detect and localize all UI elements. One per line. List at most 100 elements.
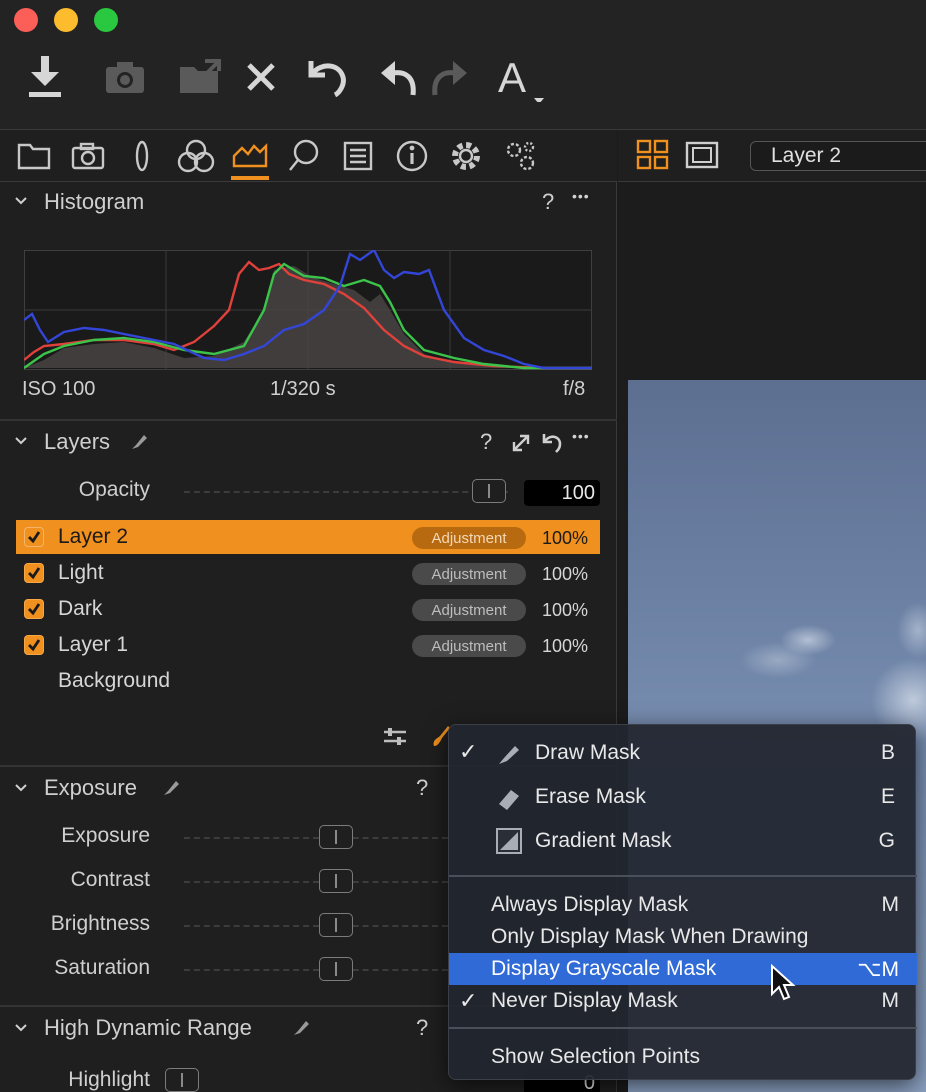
menu-item-shortcut: E <box>880 785 895 808</box>
checkmark-icon: ✓ <box>459 988 478 1013</box>
undo-icon[interactable] <box>302 52 352 102</box>
layer-type-badge: Adjustment <box>412 599 526 621</box>
hdr-help-button[interactable]: ? <box>416 1015 428 1041</box>
color-icon[interactable] <box>174 134 218 178</box>
metadata-icon[interactable] <box>336 134 380 178</box>
layers-collapse-chevron[interactable] <box>14 434 28 453</box>
svg-text:A: A <box>498 54 526 101</box>
exposure-slider-track[interactable] <box>184 837 448 839</box>
menu-item-shortcut: M <box>881 893 900 916</box>
exposure-slider-label: Exposure <box>61 824 150 847</box>
advanced-settings-icon[interactable] <box>498 134 542 178</box>
histogram-title: Histogram <box>44 189 145 214</box>
exposure-slider-knob[interactable] <box>319 825 353 849</box>
layer-name: Layer 2 <box>58 525 129 548</box>
layer-row-light[interactable]: Light Adjustment 100% <box>16 556 600 590</box>
saturation-slider-knob[interactable] <box>319 957 353 981</box>
menu-item-only-display-mask-when-drawing[interactable]: Only Display Mask When Drawing <box>449 921 917 953</box>
layer-checkbox[interactable] <box>24 599 44 619</box>
camera-icon[interactable] <box>66 134 110 178</box>
menu-item-always-display-mask[interactable]: Always Display Mask M <box>449 889 917 921</box>
expand-icon[interactable] <box>510 432 532 459</box>
layer-select[interactable]: Layer 2 <box>750 141 926 171</box>
menu-item-label: Erase Mask <box>535 785 646 808</box>
brush-icon <box>160 777 182 804</box>
exposure-collapse-chevron[interactable] <box>14 781 28 800</box>
menu-item-label: Show Selection Points <box>491 1045 700 1068</box>
contrast-slider-track[interactable] <box>184 881 448 883</box>
histogram-shutter: 1/320 s <box>270 378 336 400</box>
layer-adjust-icon[interactable] <box>382 726 408 753</box>
brightness-slider-knob[interactable] <box>319 913 353 937</box>
histogram-aperture: f/8 <box>563 378 586 400</box>
info-icon[interactable] <box>390 134 434 178</box>
brightness-slider-track[interactable] <box>184 925 448 927</box>
opacity-value[interactable]: 100 <box>524 480 600 506</box>
saturation-slider-track[interactable] <box>184 969 448 971</box>
histogram-help-button[interactable]: ? <box>542 189 554 215</box>
menu-item-label: Never Display Mask <box>491 989 678 1012</box>
single-view-icon[interactable] <box>685 141 719 174</box>
layer-row-background[interactable]: Background <box>16 664 600 698</box>
import-icon[interactable] <box>20 52 70 102</box>
layer-checkbox[interactable] <box>24 635 44 655</box>
hdr-collapse-chevron[interactable] <box>14 1021 28 1040</box>
close-window-button[interactable] <box>14 8 38 32</box>
grid-view-icon[interactable] <box>636 139 670 176</box>
exposure-icon[interactable] <box>228 134 272 178</box>
layer-checkbox[interactable] <box>24 563 44 583</box>
menu-item-display-grayscale-mask[interactable]: Display Grayscale Mask ⌥M <box>449 953 917 985</box>
undo-alt-icon[interactable] <box>374 52 424 102</box>
exposure-help-button[interactable]: ? <box>416 775 428 801</box>
camera-icon[interactable] <box>100 52 150 102</box>
text-style-icon[interactable]: A <box>494 52 544 102</box>
layer-row-layer-1[interactable]: Layer 1 Adjustment 100% <box>16 628 600 662</box>
menu-separator <box>449 875 917 877</box>
histogram-iso: ISO 100 <box>22 378 96 400</box>
layer-opacity: 100% <box>542 600 589 620</box>
lens-icon[interactable] <box>120 134 164 178</box>
menu-item-never-display-mask[interactable]: ✓ Never Display Mask M <box>449 985 917 1017</box>
saturation-slider-label: Saturation <box>54 956 150 979</box>
layer-opacity: 100% <box>542 528 589 548</box>
menu-item-draw-mask[interactable]: ✓ Draw Mask B <box>449 737 917 769</box>
focus-icon[interactable] <box>282 134 326 178</box>
menu-item-erase-mask[interactable]: Erase Mask E <box>449 781 917 813</box>
layers-more-button[interactable]: ••• <box>572 428 590 444</box>
layer-name: Layer 1 <box>58 633 129 656</box>
minimize-window-button[interactable] <box>54 8 78 32</box>
mask-menu: ✓ Draw Mask B Erase Mask E Gradient Mask… <box>448 724 917 1080</box>
zoom-window-button[interactable] <box>94 8 118 32</box>
layer-checkbox[interactable] <box>24 527 44 547</box>
menu-item-shortcut: M <box>881 989 900 1012</box>
layer-type-badge: Adjustment <box>412 563 526 585</box>
eraser-icon <box>495 784 523 818</box>
menu-item-label: Display Grayscale Mask <box>491 957 717 980</box>
opacity-slider-track[interactable] <box>184 491 508 493</box>
highlight-slider-knob[interactable] <box>165 1068 199 1092</box>
layer-row-layer-2[interactable]: Layer 2 Adjustment 100% <box>16 520 600 554</box>
reset-icon[interactable] <box>540 430 564 459</box>
histogram-collapse-chevron[interactable] <box>14 194 28 213</box>
settings-icon[interactable] <box>444 134 488 178</box>
menu-item-show-selection-points[interactable]: Show Selection Points <box>449 1041 917 1073</box>
exposure-title: Exposure <box>44 775 137 800</box>
menu-item-label: Always Display Mask <box>491 893 689 916</box>
folder-icon[interactable] <box>12 134 56 178</box>
histogram-more-button[interactable]: ••• <box>572 188 590 204</box>
opacity-slider-knob[interactable] <box>472 479 506 503</box>
menu-item-gradient-mask[interactable]: Gradient Mask G <box>449 825 917 857</box>
layer-row-dark[interactable]: Dark Adjustment 100% <box>16 592 600 626</box>
layer-type-badge: Adjustment <box>412 635 526 657</box>
layers-help-button[interactable]: ? <box>480 429 492 455</box>
menu-item-label: Draw Mask <box>535 741 641 764</box>
menu-item-shortcut: G <box>878 829 895 852</box>
brightness-slider-label: Brightness <box>50 912 150 935</box>
folder-move-icon[interactable] <box>176 52 226 102</box>
delete-icon[interactable] <box>236 52 286 102</box>
menu-separator <box>449 1027 917 1029</box>
opacity-label: Opacity <box>78 478 150 501</box>
menu-item-shortcut: ⌥M <box>857 958 899 981</box>
redo-icon[interactable] <box>424 52 474 102</box>
contrast-slider-knob[interactable] <box>319 869 353 893</box>
